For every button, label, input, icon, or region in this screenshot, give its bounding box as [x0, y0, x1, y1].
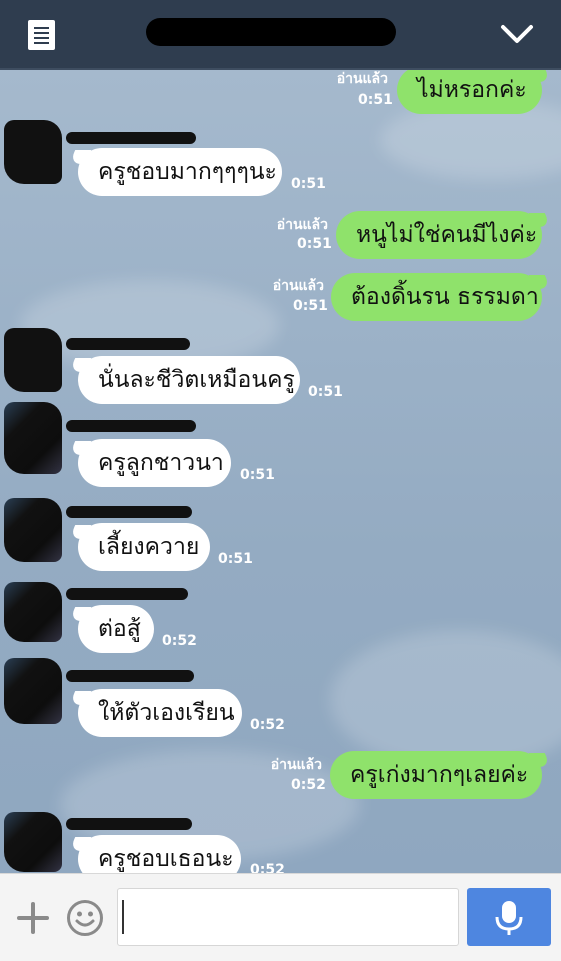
message-time: 0:51 — [240, 467, 275, 483]
plus-icon[interactable] — [17, 902, 49, 934]
redacted-sender-name — [66, 132, 196, 144]
message-bubble-incoming[interactable]: นั่นละชีวิตเหมือนครู — [78, 356, 300, 404]
read-receipt: อ่านแล้ว — [336, 71, 388, 87]
list-icon[interactable] — [28, 20, 55, 50]
message-time: 0:51 — [293, 298, 328, 314]
message-bubble-outgoing[interactable]: ไม่หรอกค่ะ — [397, 70, 542, 114]
redacted-sender-name — [66, 670, 194, 682]
message-bubble-outgoing[interactable]: ครูเก่งมากๆเลยค่ะ — [330, 751, 542, 799]
mic-button[interactable] — [467, 888, 551, 946]
redacted-sender-name — [66, 338, 190, 350]
avatar[interactable] — [4, 582, 62, 642]
message-time: 0:51 — [291, 176, 326, 192]
message-time: 0:51 — [308, 384, 343, 400]
chat-header — [0, 0, 561, 70]
message-bubble-outgoing[interactable]: ต้องดิ้นรน ธรรมดา — [331, 273, 542, 321]
smiley-icon[interactable] — [66, 899, 104, 937]
chevron-down-icon[interactable] — [500, 22, 534, 46]
message-bubble-incoming[interactable]: ครูชอบมากๆๆๆนะ — [78, 148, 282, 196]
message-time: 0:51 — [358, 92, 393, 108]
redacted-sender-name — [66, 818, 192, 830]
redacted-sender-name — [66, 420, 196, 432]
message-time: 0:51 — [297, 236, 332, 252]
message-bubble-incoming[interactable]: ต่อสู้ — [78, 605, 154, 653]
avatar[interactable] — [4, 812, 62, 872]
avatar[interactable] — [4, 120, 62, 184]
avatar[interactable] — [4, 658, 62, 724]
message-time: 0:52 — [162, 633, 197, 649]
microphone-icon — [495, 901, 523, 935]
message-time: 0:52 — [250, 717, 285, 733]
avatar[interactable] — [4, 402, 62, 474]
message-time: 0:52 — [291, 777, 326, 793]
read-receipt: อ่านแล้ว — [272, 278, 324, 294]
avatar[interactable] — [4, 328, 62, 392]
message-bubble-incoming[interactable]: ครูลูกชาวนา — [78, 439, 231, 487]
message-time: 0:52 — [250, 862, 285, 873]
message-bubble-outgoing[interactable]: หนูไม่ใช่คนมีไงค่ะ — [336, 211, 542, 259]
message-input[interactable] — [117, 888, 459, 946]
read-receipt: อ่านแล้ว — [276, 217, 328, 233]
avatar[interactable] — [4, 498, 62, 562]
redacted-sender-name — [66, 506, 192, 518]
message-list[interactable]: อ่านแล้ว 0:51 ไม่หรอกค่ะ ครูชอบมากๆๆๆนะ … — [0, 70, 561, 873]
message-bubble-incoming[interactable]: เลี้ยงควาย — [78, 523, 210, 571]
message-bubble-incoming[interactable]: ให้ตัวเองเรียน — [78, 689, 242, 737]
read-receipt: อ่านแล้ว — [270, 757, 322, 773]
text-caret — [122, 900, 124, 934]
message-time: 0:51 — [218, 551, 253, 567]
message-bubble-incoming[interactable]: ครูชอบเธอนะ — [78, 835, 241, 873]
redacted-chat-title — [146, 18, 396, 46]
redacted-sender-name — [66, 588, 188, 600]
